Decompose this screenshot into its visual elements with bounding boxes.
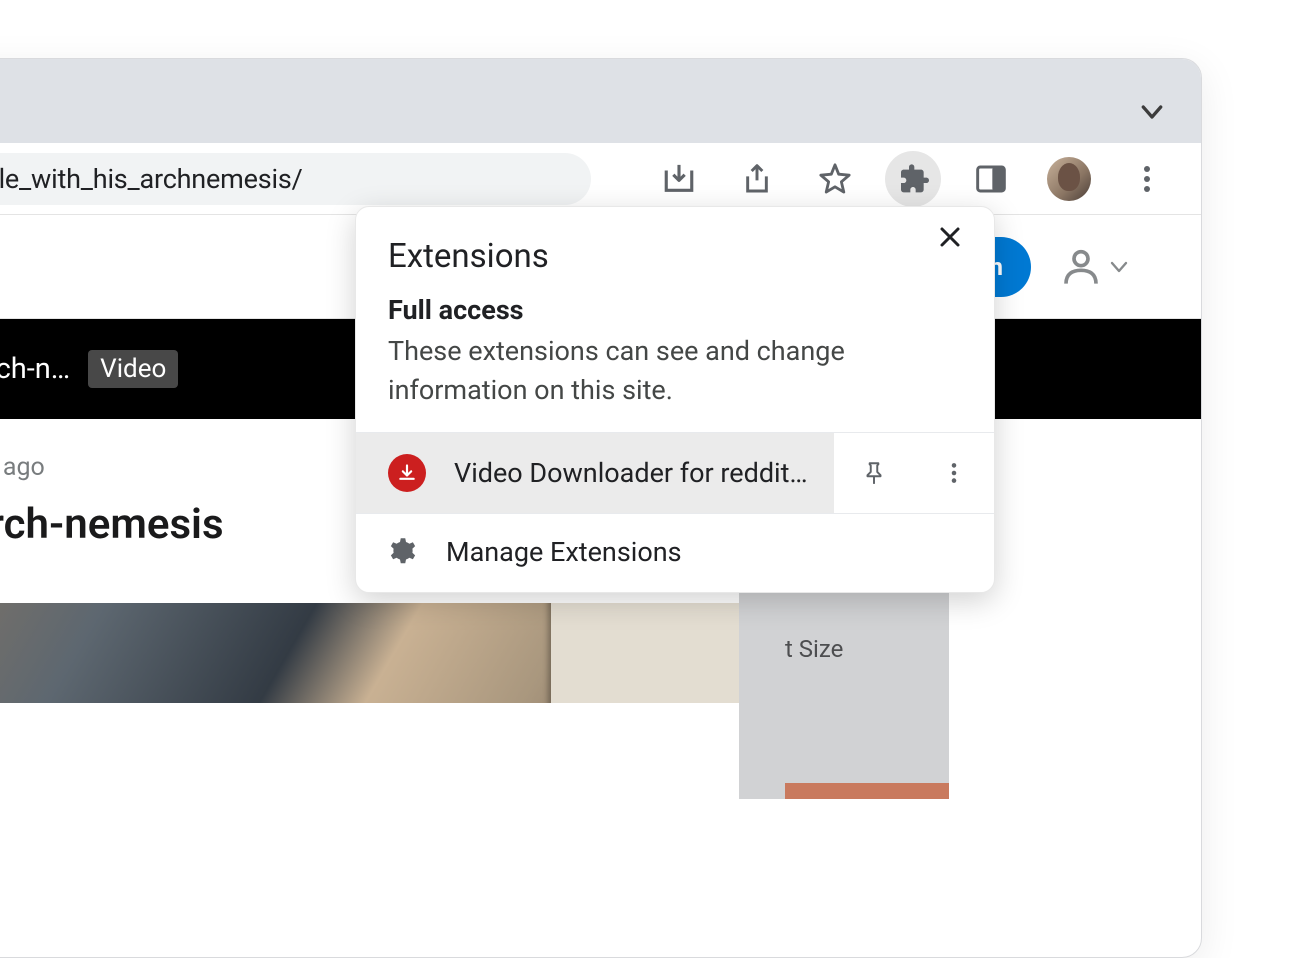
tab-strip	[0, 59, 1201, 143]
share-button[interactable]	[729, 151, 785, 207]
section-title: Full access	[388, 294, 962, 326]
user-icon	[1061, 247, 1101, 287]
bookmark-button[interactable]	[807, 151, 863, 207]
chevron-down-icon	[1107, 255, 1131, 279]
tabs-dropdown-chevron[interactable]	[1137, 97, 1167, 131]
install-button[interactable]	[651, 151, 707, 207]
popup-close-button[interactable]	[938, 225, 962, 255]
post-band-title: e with his arch-n…	[0, 352, 70, 386]
download-icon	[397, 463, 417, 483]
extensions-button[interactable]	[885, 151, 941, 207]
chevron-down-icon	[1137, 97, 1167, 127]
extension-app-icon	[388, 454, 426, 492]
extension-actions	[834, 433, 994, 513]
popup-section: Full access These extensions can see and…	[356, 284, 994, 432]
pin-icon	[861, 460, 887, 486]
manage-extensions-button[interactable]: Manage Extensions	[356, 513, 994, 592]
manage-label: Manage Extensions	[446, 536, 682, 568]
sidepanel-icon	[975, 163, 1007, 195]
extension-name: Video Downloader for reddit…	[454, 457, 808, 489]
puzzle-icon	[897, 163, 929, 195]
video-badge: Video	[88, 350, 178, 388]
gear-icon	[388, 537, 418, 567]
install-icon	[662, 162, 696, 196]
popup-header: Extensions	[356, 207, 994, 284]
sidebar-accent	[785, 783, 949, 799]
popup-title: Extensions	[388, 237, 549, 276]
video-player[interactable]	[0, 603, 841, 703]
extension-item[interactable]: Video Downloader for reddit…	[356, 433, 834, 513]
profile-button[interactable]	[1041, 151, 1097, 207]
address-bar-row: a/gizmo_doing_battle_with_his_archnemesi…	[0, 143, 1201, 215]
url-text: a/gizmo_doing_battle_with_his_archnemesi…	[0, 163, 303, 195]
pin-button[interactable]	[834, 433, 914, 513]
extensions-popup: Extensions Full access These extensions …	[355, 206, 995, 593]
profile-avatar	[1047, 157, 1091, 201]
kebab-icon	[941, 460, 967, 486]
star-icon	[818, 162, 852, 196]
close-icon	[938, 225, 962, 249]
sidepanel-button[interactable]	[963, 151, 1019, 207]
user-menu[interactable]	[1061, 247, 1131, 287]
chrome-menu-button[interactable]	[1119, 151, 1175, 207]
share-icon	[741, 163, 773, 195]
address-bar[interactable]: a/gizmo_doing_battle_with_his_archnemesi…	[0, 153, 591, 205]
extension-row: Video Downloader for reddit…	[356, 432, 994, 513]
section-description: These extensions can see and change info…	[388, 332, 962, 410]
extension-menu-button[interactable]	[914, 433, 994, 513]
toolbar-icons	[651, 151, 1175, 207]
kebab-icon	[1132, 164, 1162, 194]
